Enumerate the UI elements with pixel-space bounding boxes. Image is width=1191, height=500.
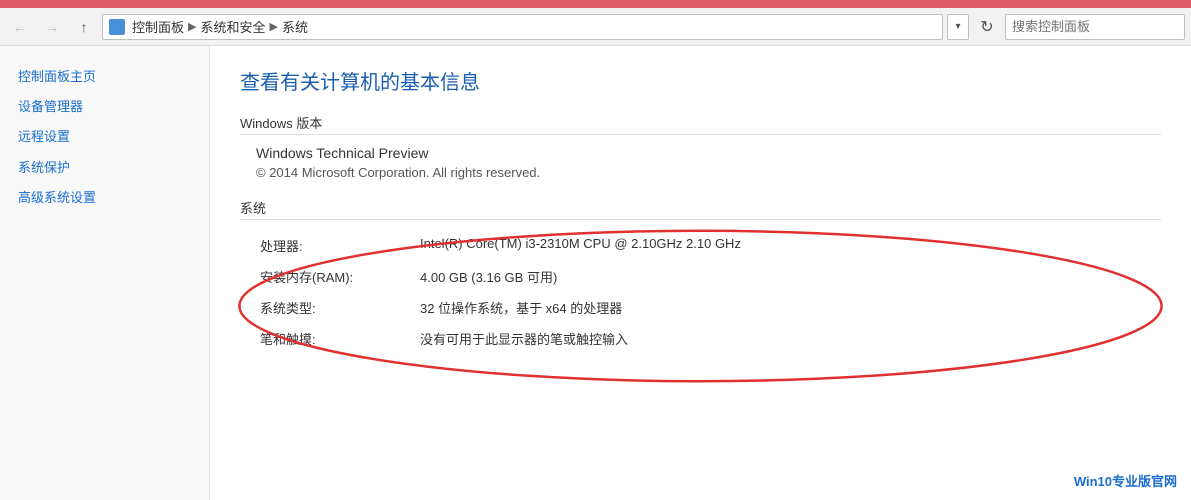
table-row: 安装内存(RAM): 4.00 GB (3.16 GB 可用) [256,261,1147,292]
row-key-systemtype: 系统类型: [256,292,416,323]
row-value-systemtype: 32 位操作系统，基于 x64 的处理器 [416,292,1147,323]
sidebar: 控制面板主页 设备管理器 远程设置 系统保护 高级系统设置 [0,46,210,500]
windows-version-block: Windows Technical Preview © 2014 Microso… [256,145,1161,180]
table-row: 笔和触摸: 没有可用于此显示器的笔或触控输入 [256,323,1147,354]
system-section-label: 系统 [240,198,1161,220]
forward-button[interactable]: → [38,14,66,40]
system-section: 系统 处理器: Intel(R) Core(TM) i3-2310M CPU @… [240,198,1161,354]
address-bar-row: ← → ↑ 控制面板 ▶ 系统和安全 ▶ 系统 ▾ ↻ [0,8,1191,46]
windows-version-name: Windows Technical Preview [256,145,1161,161]
windows-icon [109,19,125,35]
row-key-processor: 处理器: [256,230,416,261]
row-key-touch: 笔和触摸: [256,323,416,354]
breadcrumb-security[interactable]: 系统和安全 [200,17,265,36]
search-box[interactable] [1005,14,1185,40]
address-dropdown[interactable]: ▾ [947,14,969,40]
back-button[interactable]: ← [6,14,34,40]
sidebar-item-device-manager[interactable]: 设备管理器 [0,92,209,122]
sidebar-item-remote-settings[interactable]: 远程设置 [0,122,209,152]
page-title: 查看有关计算机的基本信息 [240,66,1161,95]
windows-copyright: © 2014 Microsoft Corporation. All rights… [256,165,1161,180]
content-area: 查看有关计算机的基本信息 Windows 版本 Windows Technica… [210,46,1191,500]
row-value-ram: 4.00 GB (3.16 GB 可用) [416,261,1147,292]
windows-version-section: Windows 版本 Windows Technical Preview © 2… [240,113,1161,180]
top-bar [0,0,1191,8]
sidebar-item-home[interactable]: 控制面板主页 [0,62,209,92]
table-row: 系统类型: 32 位操作系统，基于 x64 的处理器 [256,292,1147,323]
breadcrumb-controlpanel[interactable]: 控制面板 [132,17,184,36]
breadcrumb-sep-2: ▶ [270,20,278,33]
row-value-processor: Intel(R) Core(TM) i3-2310M CPU @ 2.10GHz… [416,230,1147,261]
table-row: 处理器: Intel(R) Core(TM) i3-2310M CPU @ 2.… [256,230,1147,261]
refresh-button[interactable]: ↻ [973,14,1001,40]
sidebar-item-system-protection[interactable]: 系统保护 [0,153,209,183]
row-value-touch: 没有可用于此显示器的笔或触控输入 [416,323,1147,354]
watermark: Win10专业版官网 [1070,469,1181,492]
system-table: 处理器: Intel(R) Core(TM) i3-2310M CPU @ 2.… [256,230,1147,354]
windows-version-label: Windows 版本 [240,113,1161,135]
main-layout: 控制面板主页 设备管理器 远程设置 系统保护 高级系统设置 查看有关计算机的基本… [0,46,1191,500]
sidebar-item-advanced-settings[interactable]: 高级系统设置 [0,183,209,213]
address-bar[interactable]: 控制面板 ▶ 系统和安全 ▶ 系统 [102,14,943,40]
up-button[interactable]: ↑ [70,14,98,40]
search-input[interactable] [1012,19,1178,34]
row-key-ram: 安装内存(RAM): [256,261,416,292]
breadcrumb-sep-1: ▶ [188,20,196,33]
breadcrumb-system: 系统 [282,17,308,36]
